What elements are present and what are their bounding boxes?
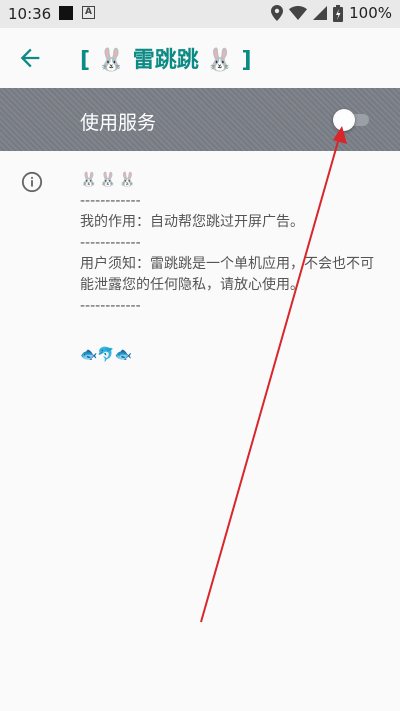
signal-icon (313, 6, 328, 20)
page-title: [ 🐰 雷跳跳 🐰 ] (80, 48, 252, 73)
status-icons: 100% (271, 4, 392, 22)
separator: ------------ (80, 193, 141, 209)
wifi-icon (289, 6, 308, 20)
separator: ------------ (80, 298, 141, 314)
toggle-thumb (333, 109, 355, 131)
use-service-toggle[interactable] (333, 109, 371, 131)
a-notification-icon: A (82, 6, 95, 19)
app-bar: [ 🐰 雷跳跳 🐰 ] (0, 28, 400, 88)
use-service-row[interactable]: 使用服务 (0, 88, 400, 151)
rabbit-emoji-line: 🐰🐰🐰 (80, 172, 139, 188)
notification-icon (59, 6, 73, 20)
back-arrow-icon[interactable] (16, 44, 44, 72)
location-icon (271, 5, 284, 21)
notice-text: 用户须知：雷跳跳是一个单机应用，不会也不可能泄露您的任何隐私，请放心使用。 (80, 256, 374, 293)
info-content: 🐰🐰🐰 ------------ 我的作用：自动帮您跳过开屏广告。 ------… (80, 170, 380, 366)
battery-icon (333, 4, 344, 22)
battery-percent: 100% (349, 4, 392, 22)
use-service-label: 使用服务 (80, 112, 157, 134)
purpose-text: 我的作用：自动帮您跳过开屏广告。 (80, 214, 304, 230)
fish-emoji-line: 🐟🐬🐟 (80, 347, 133, 363)
status-bar: 10:36 A 100% (0, 0, 400, 28)
status-time: 10:36 (8, 5, 52, 23)
info-icon (21, 171, 43, 193)
separator: ------------ (80, 235, 141, 251)
